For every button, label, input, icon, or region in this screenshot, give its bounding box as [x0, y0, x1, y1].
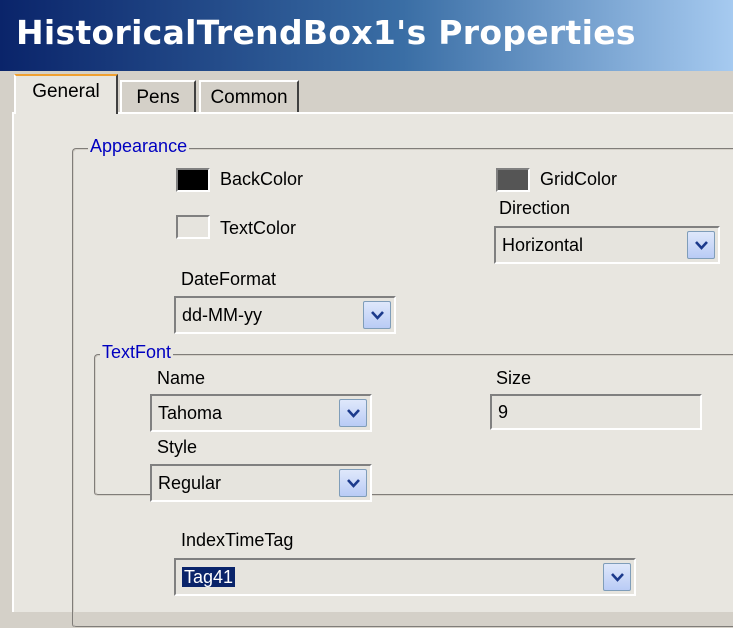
index-time-tag-label: IndexTimeTag	[181, 530, 294, 550]
index-time-tag-value-wrap: Tag41	[182, 567, 236, 588]
direction-dropdown[interactable]: Horizontal	[494, 226, 720, 264]
date-format-dropdown-button[interactable]	[363, 301, 391, 329]
direction-label: Direction	[499, 198, 571, 218]
direction-dropdown-button[interactable]	[687, 231, 715, 259]
font-name-dropdown[interactable]: Tahoma	[150, 394, 372, 432]
index-time-tag-value: Tag41	[182, 567, 236, 587]
text-color-swatch[interactable]	[176, 215, 210, 239]
text-font-group-label: TextFont	[100, 342, 174, 363]
chevron-down-icon	[347, 479, 360, 488]
font-name-value: Tahoma	[158, 403, 223, 423]
grid-color-swatch[interactable]	[496, 168, 530, 192]
grid-color-label: GridColor	[540, 169, 618, 189]
font-style-dropdown[interactable]: Regular	[150, 464, 372, 502]
index-time-tag-dropdown[interactable]: Tag41	[174, 558, 636, 596]
general-tab-panel: Appearance BackColor GridColor TextColor…	[12, 112, 733, 628]
direction-value: Horizontal	[502, 235, 584, 255]
title-bar: HistoricalTrendBox1's Properties	[0, 0, 733, 71]
font-size-field[interactable]: 9	[490, 394, 702, 430]
font-style-dropdown-button[interactable]	[339, 469, 367, 497]
index-time-tag-dropdown-button[interactable]	[603, 563, 631, 591]
back-color-label: BackColor	[220, 169, 304, 189]
chevron-down-icon	[347, 409, 360, 418]
date-format-label: DateFormat	[181, 269, 277, 289]
font-size-label: Size	[496, 368, 532, 388]
date-format-value: dd-MM-yy	[182, 305, 262, 325]
text-color-label: TextColor	[220, 218, 297, 238]
font-size-value: 9	[498, 402, 509, 422]
font-name-label: Name	[157, 368, 206, 388]
tab-common[interactable]: Common	[199, 80, 299, 112]
chevron-down-icon	[611, 573, 624, 582]
font-style-value: Regular	[158, 473, 222, 493]
back-color-swatch[interactable]	[176, 168, 210, 192]
tab-pens[interactable]: Pens	[120, 80, 196, 112]
window-title: HistoricalTrendBox1's Properties	[16, 13, 636, 52]
chevron-down-icon	[371, 311, 384, 320]
chevron-down-icon	[695, 241, 708, 250]
appearance-group-label: Appearance	[88, 136, 190, 157]
tab-general[interactable]: General	[14, 74, 118, 114]
font-style-label: Style	[157, 437, 198, 457]
font-name-dropdown-button[interactable]	[339, 399, 367, 427]
date-format-dropdown[interactable]: dd-MM-yy	[174, 296, 396, 334]
